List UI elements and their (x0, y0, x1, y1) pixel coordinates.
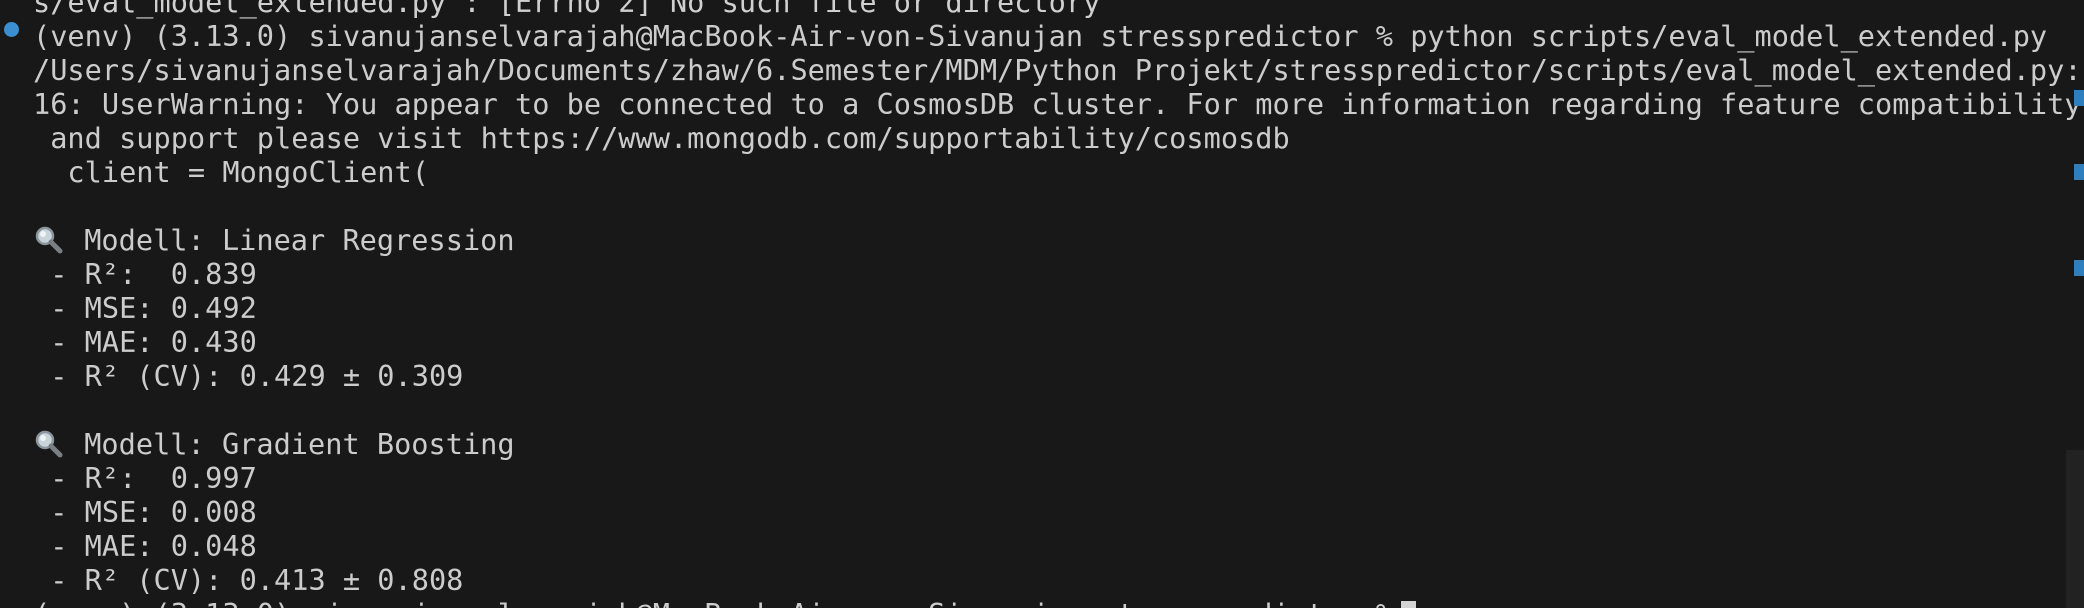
prompt-text: (venv) (3.13.0) sivanujanselvarajah@MacB… (33, 597, 1393, 608)
terminal-final-prompt[interactable]: (venv) (3.13.0) sivanujanselvarajah@MacB… (33, 597, 2073, 608)
metric-mse: - MSE: 0.492 (33, 291, 257, 325)
terminal-output[interactable]: s/eval_model_extended.py': [Errno 2] No … (33, 0, 2082, 608)
magnifier-icon (35, 226, 63, 254)
command-decoration-dot[interactable] (4, 22, 19, 37)
overview-ruler-mark (2074, 90, 2084, 106)
metric-mae: - MAE: 0.430 (33, 325, 257, 359)
metric-mae: - MAE: 0.048 (33, 529, 257, 563)
model-label: Modell: Gradient Boosting (84, 427, 515, 461)
metric-r2-cv: - R² (CV): 0.429 ± 0.309 (33, 359, 464, 393)
terminal-warning-text: 16: UserWarning: You appear to be connec… (33, 87, 2082, 121)
overview-ruler-mark (2074, 164, 2084, 180)
terminal-warning-code: client = MongoClient( (33, 155, 429, 189)
metric-r2: - R²: 0.839 (33, 257, 257, 291)
magnifier-icon (35, 430, 63, 458)
metric-r2-cv: - R² (CV): 0.413 ± 0.808 (33, 563, 464, 597)
metric-r2: - R²: 0.997 (33, 461, 257, 495)
text-cursor (1400, 601, 1416, 608)
model-heading-boosting: Modell: Gradient Boosting (33, 427, 2073, 461)
terminal-command-line: (venv) (3.13.0) sivanujanselvarajah@MacB… (33, 19, 2048, 53)
model-heading-linear: Modell: Linear Regression (33, 223, 2073, 257)
terminal-warning-text-cont: and support please visit https://www.mon… (33, 121, 1290, 155)
terminal-line-clipped: s/eval_model_extended.py': [Errno 2] No … (33, 0, 1101, 19)
scrollbar-thumb[interactable] (2066, 450, 2084, 608)
model-label: Modell: Linear Regression (84, 223, 515, 257)
overview-ruler-mark (2074, 260, 2084, 276)
metric-mse: - MSE: 0.008 (33, 495, 257, 529)
terminal-warning-path: /Users/sivanujanselvarajah/Documents/zha… (33, 53, 2082, 87)
terminal-panel[interactable]: s/eval_model_extended.py': [Errno 2] No … (0, 0, 2084, 608)
